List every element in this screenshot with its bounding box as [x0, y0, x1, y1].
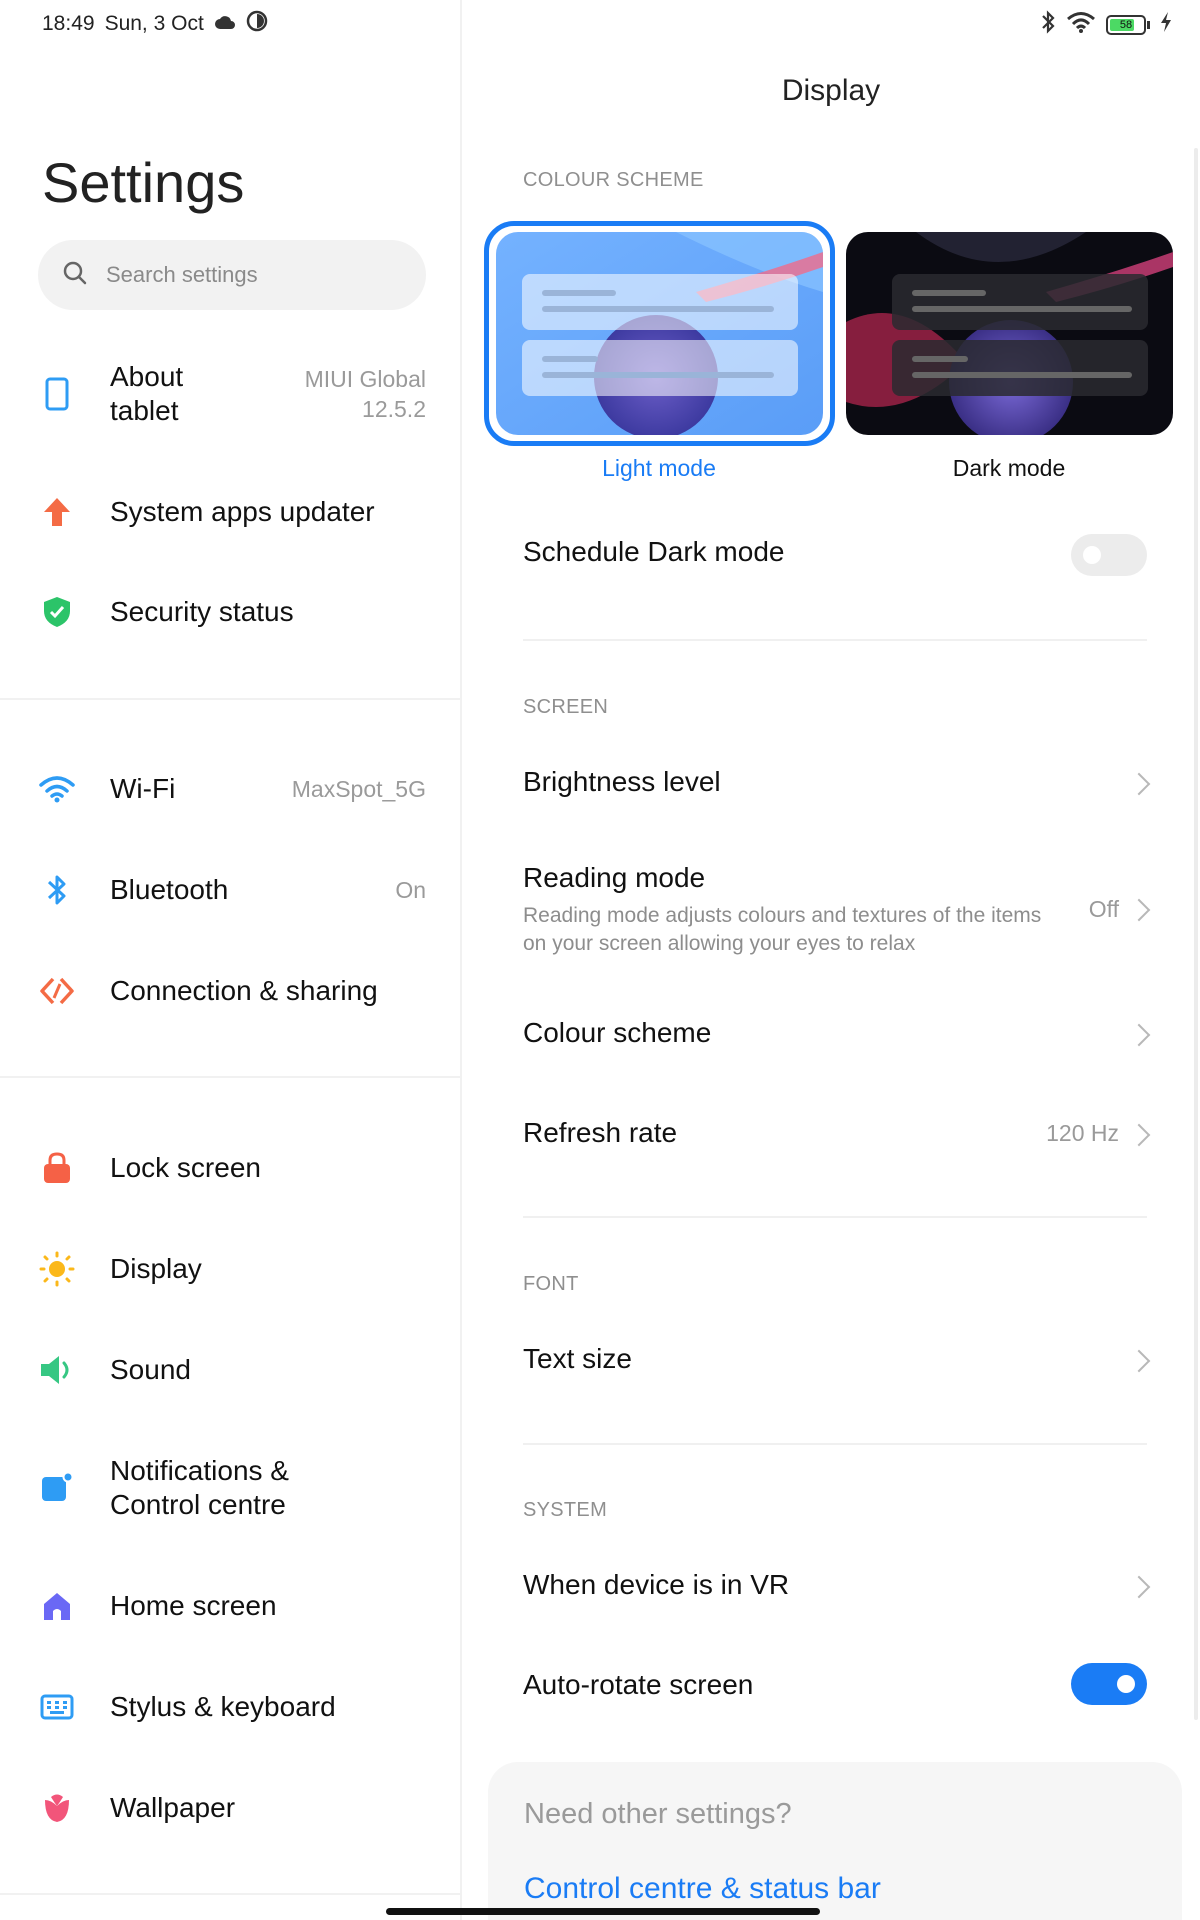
status-right: 58 — [1040, 10, 1172, 39]
text-size-row[interactable]: Text size — [523, 1343, 1151, 1383]
sidebar-item-value: On — [395, 877, 426, 903]
page-title: Settings — [42, 151, 245, 214]
settings-sidebar: Settings Search settings About tablet MI… — [0, 0, 462, 1920]
sidebar-divider — [0, 698, 462, 700]
reading-mode-value: Off — [1088, 896, 1119, 922]
text-size-label: Text size — [523, 1343, 632, 1374]
sidebar-item-about-tablet[interactable]: About tablet MIUI Global 12.5.2 — [0, 348, 462, 440]
wifi-icon — [38, 770, 76, 808]
vr-row[interactable]: When device is in VR — [523, 1569, 1151, 1609]
section-header-screen: SCREEN — [523, 696, 609, 718]
reading-mode-summary: Reading mode adjusts colours and texture… — [523, 904, 1042, 955]
dark-mode-preview[interactable] — [846, 232, 1173, 435]
sidebar-item-home-screen[interactable]: Home screen — [0, 1560, 462, 1652]
speaker-icon — [38, 1351, 76, 1389]
schedule-dark-mode-label: Schedule Dark mode — [523, 536, 785, 567]
scrollbar[interactable] — [1194, 148, 1198, 1720]
lock-icon — [38, 1149, 76, 1187]
other-settings-title: Need other settings? — [524, 1798, 792, 1830]
toggle-knob — [1083, 546, 1101, 564]
charging-icon — [1160, 12, 1172, 37]
dark-mode-label[interactable]: Dark mode — [844, 455, 1174, 482]
auto-rotate-toggle[interactable] — [1071, 1663, 1147, 1705]
chevron-right-icon — [1127, 898, 1151, 922]
bluetooth-status-icon — [1040, 10, 1056, 39]
section-divider — [523, 1216, 1147, 1218]
light-mode-label[interactable]: Light mode — [494, 455, 824, 482]
tablet-icon — [38, 375, 76, 413]
sidebar-item-notifications-control-centre[interactable]: Notifications & Control centre — [0, 1442, 462, 1534]
notification-icon — [38, 1469, 76, 1507]
auto-rotate-label: Auto-rotate screen — [523, 1669, 754, 1700]
vr-label: When device is in VR — [523, 1569, 790, 1600]
sidebar-item-bluetooth[interactable]: Bluetooth On — [0, 844, 462, 936]
refresh-rate-row[interactable]: Refresh rate 120 Hz — [523, 1117, 1151, 1157]
colour-scheme-label: Colour scheme — [523, 1017, 712, 1048]
toggle-knob — [1117, 1675, 1135, 1693]
home-indicator[interactable] — [386, 1908, 820, 1915]
sidebar-item-display[interactable]: Display — [0, 1223, 462, 1315]
schedule-dark-mode-toggle[interactable] — [1071, 534, 1147, 576]
display-title: Display — [781, 74, 881, 107]
sidebar-item-value: MaxSpot_5G — [291, 776, 426, 802]
sidebar-item-value: MIUI Global 12.5.2 — [304, 366, 426, 422]
sidebar-item-label: Display — [110, 1253, 202, 1284]
brightness-level-label: Brightness level — [523, 766, 721, 797]
bluetooth-icon — [38, 871, 76, 909]
reading-mode-label: Reading mode — [523, 862, 706, 893]
control-centre-status-bar-link[interactable]: Control centre & status bar — [524, 1872, 881, 1906]
colour-scheme-row[interactable]: Colour scheme — [523, 1017, 1151, 1057]
sidebar-item-label: Bluetooth — [110, 874, 229, 905]
sidebar-item-label: Notifications & Control centre — [110, 1455, 289, 1520]
other-settings-card: Need other settings? Control centre & st… — [488, 1762, 1182, 1920]
sidebar-item-label: Home screen — [110, 1590, 277, 1621]
section-divider — [523, 1443, 1147, 1445]
sidebar-item-sound[interactable]: Sound — [0, 1324, 462, 1416]
search-placeholder: Search settings — [106, 262, 258, 287]
auto-rotate-row[interactable]: Auto-rotate screen — [523, 1663, 1147, 1713]
sidebar-item-wallpaper[interactable]: Wallpaper — [0, 1762, 462, 1854]
sidebar-item-label: About tablet — [110, 361, 184, 426]
search-input[interactable]: Search settings — [38, 240, 426, 310]
brightness-level-row[interactable]: Brightness level — [523, 766, 1151, 806]
sidebar-item-label: Stylus & keyboard — [110, 1691, 336, 1722]
section-header-colour-scheme: COLOUR SCHEME — [523, 169, 704, 191]
section-header-font: FONT — [523, 1273, 579, 1295]
schedule-dark-mode-row[interactable]: Schedule Dark mode — [523, 534, 1147, 580]
sidebar-item-system-apps-updater[interactable]: System apps updater — [0, 466, 462, 558]
reading-mode-row[interactable]: Reading mode Reading mode adjusts colour… — [523, 862, 1151, 962]
sidebar-item-wifi[interactable]: Wi-Fi MaxSpot_5G — [0, 743, 462, 835]
flower-icon — [38, 1789, 76, 1827]
sun-icon — [38, 1250, 76, 1288]
sidebar-item-label: Wi-Fi — [110, 773, 176, 804]
refresh-rate-value: 120 Hz — [1046, 1120, 1119, 1146]
sidebar-divider — [0, 1076, 462, 1078]
sidebar-item-label: Security status — [110, 596, 294, 627]
sidebar-item-label: Lock screen — [110, 1152, 261, 1183]
sidebar-item-label: System apps updater — [110, 496, 375, 527]
section-divider — [523, 639, 1147, 641]
connection-icon — [38, 972, 76, 1010]
sidebar-item-security-status[interactable]: Security status — [0, 566, 462, 658]
sidebar-item-label: Sound — [110, 1354, 191, 1385]
light-mode-preview[interactable] — [496, 232, 823, 435]
sidebar-item-lock-screen[interactable]: Lock screen — [0, 1122, 462, 1214]
battery-level: 58 — [1119, 18, 1133, 31]
sidebar-divider — [0, 1893, 462, 1895]
arrow-up-icon — [38, 493, 76, 531]
sidebar-item-label: Wallpaper — [110, 1792, 236, 1823]
sidebar-item-label: Connection & sharing — [110, 975, 378, 1006]
keyboard-icon — [38, 1688, 76, 1726]
battery-icon: 58 — [1106, 14, 1150, 35]
sidebar-item-stylus-keyboard[interactable]: Stylus & keyboard — [0, 1661, 462, 1753]
search-icon — [62, 260, 88, 291]
wifi-status-icon — [1066, 11, 1096, 38]
home-icon — [38, 1587, 76, 1625]
shield-check-icon — [38, 593, 76, 631]
sidebar-item-connection-sharing[interactable]: Connection & sharing — [0, 945, 462, 1037]
section-header-system: SYSTEM — [523, 1499, 608, 1521]
